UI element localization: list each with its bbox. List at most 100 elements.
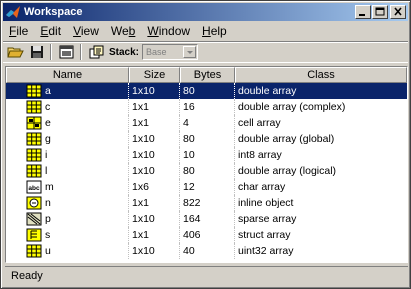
matlab-logo-icon: [5, 4, 21, 20]
maximize-icon: [375, 7, 385, 16]
toolbar: Stack: Base: [3, 41, 408, 63]
window-title: Workspace: [24, 6, 83, 18]
matrix-icon: [26, 84, 42, 98]
title-bar[interactable]: Workspace: [3, 3, 408, 21]
import-data-icon: [59, 45, 74, 59]
menu-window[interactable]: Window: [141, 22, 196, 40]
toolbar-separator: [80, 44, 82, 60]
matrix-icon: [26, 100, 42, 114]
cell-array-icon: [26, 116, 42, 130]
cell-class: inline object: [238, 197, 294, 209]
column-header-name[interactable]: Name: [6, 67, 129, 83]
variable-name: l: [45, 165, 48, 177]
save-disk-icon: [31, 46, 43, 58]
menu-file[interactable]: File: [3, 22, 34, 40]
open-button[interactable]: [5, 43, 25, 61]
cell-size: 1x1: [129, 195, 180, 211]
close-icon: [394, 7, 402, 16]
column-header-class[interactable]: Class: [235, 67, 407, 83]
cell-name: i: [6, 147, 129, 163]
menu-edit[interactable]: Edit: [34, 22, 67, 40]
cell-name: l: [6, 163, 129, 179]
stack-dropdown[interactable]: Base: [142, 44, 199, 60]
save-button[interactable]: [27, 43, 47, 61]
cell-bytes: 164: [180, 211, 235, 227]
import-data-button[interactable]: [57, 43, 77, 61]
cell-name: u: [6, 243, 129, 259]
close-button[interactable]: [390, 5, 406, 19]
cell-class: uint32 array: [238, 245, 294, 257]
cell-class: char array: [238, 181, 286, 193]
open-folder-icon: [7, 47, 24, 58]
cell-class: double array (complex): [238, 101, 346, 113]
cell-bytes: 822: [180, 195, 235, 211]
cell-size: 1x10: [129, 147, 180, 163]
table-row[interactable]: abc m 1x6 12 char array: [6, 179, 407, 195]
variable-name: e: [45, 117, 51, 129]
cell-bytes: 10: [180, 147, 235, 163]
clear-workspace-button[interactable]: [87, 43, 107, 61]
cell-name: s: [6, 227, 129, 243]
cell-class: double array: [238, 85, 297, 97]
matrix-icon: [26, 148, 42, 162]
cell-class: int8 array: [238, 149, 282, 161]
column-header-size[interactable]: Size: [129, 67, 180, 83]
table-row[interactable]: s 1x1 406 struct array: [6, 227, 407, 243]
svg-text:abc: abc: [28, 185, 40, 192]
cell-name: p: [6, 211, 129, 227]
menu-view[interactable]: View: [67, 22, 105, 40]
table-header: Name Size Bytes Class: [6, 67, 407, 83]
variable-name: g: [45, 133, 51, 145]
cell-bytes: 406: [180, 227, 235, 243]
cell-size: 1x10: [129, 243, 180, 259]
table-row[interactable]: i 1x10 10 int8 array: [6, 147, 407, 163]
maximize-button[interactable]: [372, 5, 388, 19]
variables-table: Name Size Bytes Class a 1x10 80 double arra…: [5, 66, 408, 263]
variable-name: n: [45, 197, 51, 209]
cell-size: 1x1: [129, 227, 180, 243]
table-row[interactable]: a 1x10 80 double array: [6, 83, 407, 99]
cell-bytes: 80: [180, 83, 235, 99]
matrix-icon: [26, 132, 42, 146]
table-row[interactable]: p 1x10 164 sparse array: [6, 211, 407, 227]
cell-bytes: 40: [180, 243, 235, 259]
sparse-array-icon: [26, 212, 42, 226]
cell-name: c: [6, 99, 129, 115]
table-row[interactable]: n 1x1 822 inline object: [6, 195, 407, 211]
table-row[interactable]: u 1x10 40 uint32 array: [6, 243, 407, 259]
toolbar-separator: [50, 44, 52, 60]
cell-class: cell array: [238, 117, 281, 129]
cell-size: 1x1: [129, 99, 180, 115]
variable-name: u: [45, 245, 51, 257]
menu-help[interactable]: Help: [196, 22, 233, 40]
status-bar: Ready: [5, 266, 408, 286]
column-header-bytes[interactable]: Bytes: [180, 67, 235, 83]
window-controls: [354, 5, 406, 19]
menu-web[interactable]: Web: [105, 22, 141, 40]
variable-name: p: [45, 213, 51, 225]
matrix-icon: [26, 244, 42, 258]
cell-size: 1x10: [129, 163, 180, 179]
workspace-window: Workspace File Edit View Web Window Help: [0, 0, 411, 289]
table-row[interactable]: g 1x10 80 double array (global): [6, 131, 407, 147]
variable-name: m: [45, 181, 54, 193]
table-row[interactable]: l 1x10 80 double array (logical): [6, 163, 407, 179]
table-row[interactable]: c 1x1 16 double array (complex): [6, 99, 407, 115]
cell-size: 1x6: [129, 179, 180, 195]
cell-bytes: 12: [180, 179, 235, 195]
cell-bytes: 80: [180, 131, 235, 147]
table-row[interactable]: e 1x1 4 cell array: [6, 115, 407, 131]
cell-name: g: [6, 131, 129, 147]
status-text: Ready: [11, 270, 43, 282]
variable-name: c: [45, 101, 51, 113]
cell-class: struct array: [238, 229, 291, 241]
cell-bytes: 4: [180, 115, 235, 131]
matrix-icon: [26, 164, 42, 178]
cell-name: abc m: [6, 179, 129, 195]
chevron-down-icon[interactable]: [183, 46, 197, 58]
minimize-button[interactable]: [355, 5, 371, 19]
char-array-icon: abc: [26, 180, 42, 194]
minimize-icon: [359, 14, 365, 16]
cell-name: a: [6, 83, 129, 99]
menu-bar: File Edit View Web Window Help: [3, 22, 233, 40]
